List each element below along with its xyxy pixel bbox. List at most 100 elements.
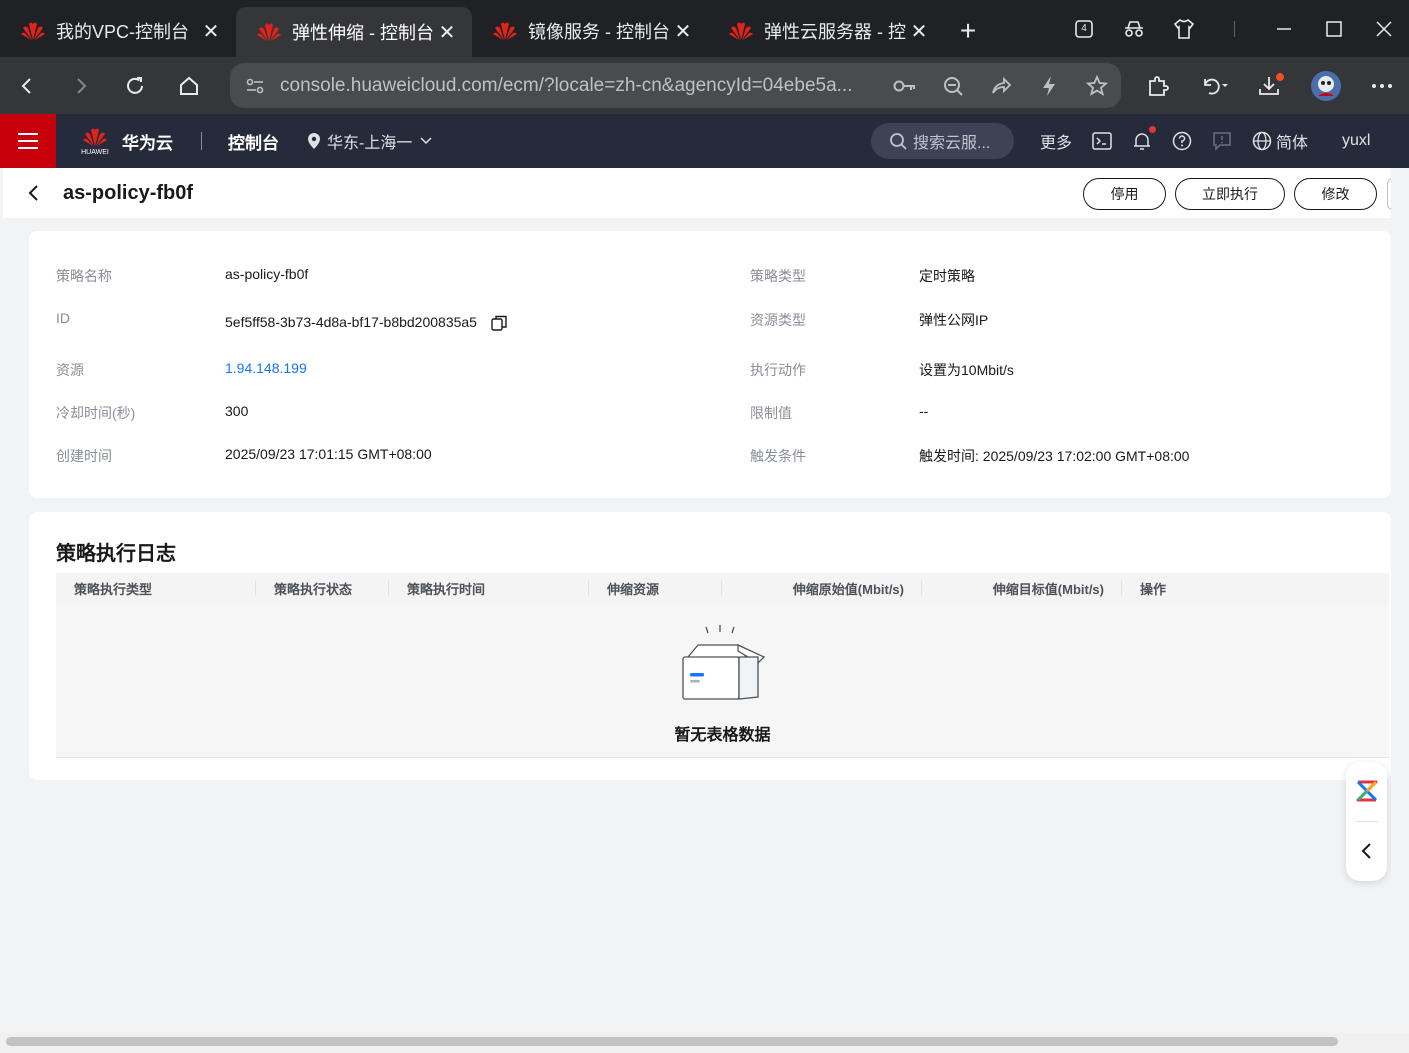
tab-title: 弹性云服务器 - 控 <box>764 22 906 42</box>
back-button[interactable] <box>0 57 54 114</box>
assistant-logo-icon[interactable] <box>1355 779 1379 803</box>
more-menu-icon[interactable] <box>1354 57 1409 114</box>
detail-label: 触发条件 <box>750 448 806 464</box>
detail-label: 限制值 <box>750 405 792 421</box>
column-header: 伸缩资源 <box>589 573 722 603</box>
vertical-scroll-track[interactable] <box>1391 168 1409 1033</box>
extensions-puzzle-icon[interactable] <box>1130 57 1186 114</box>
close-window-button[interactable] <box>1359 0 1409 57</box>
home-button[interactable] <box>162 57 216 114</box>
table-body: 暂无表格数据 <box>56 603 1389 758</box>
address-bar[interactable]: console.huaweicloud.com/ecm/?locale=zh-c… <box>230 63 1121 108</box>
huawei-logo-icon <box>21 22 45 40</box>
chevron-down-icon <box>420 137 432 145</box>
downloads-icon[interactable] <box>1242 57 1298 114</box>
console-title-link[interactable]: 控制台 <box>228 129 279 154</box>
browser-right-tools <box>1130 57 1409 114</box>
user-account[interactable]: yuxl <box>1318 114 1380 168</box>
incognito-icon[interactable] <box>1109 0 1159 57</box>
window-controls: 4 <box>1059 0 1409 57</box>
more-link[interactable]: 更多 <box>1030 114 1082 168</box>
language-selector[interactable]: 简体 <box>1242 114 1318 168</box>
browser-toolbar: console.huaweicloud.com/ecm/?locale=zh-c… <box>0 57 1409 114</box>
detail-value: 设置为10Mbit/s <box>919 362 1014 378</box>
tab-count-badge: 4 <box>1081 23 1087 34</box>
key-icon[interactable] <box>881 78 929 94</box>
close-tab-icon[interactable]: ✕ <box>200 19 222 44</box>
reload-button[interactable] <box>108 57 162 114</box>
empty-state-text: 暂无表格数据 <box>674 727 771 744</box>
tab-actions-button[interactable]: 4 <box>1059 0 1109 57</box>
detail-value: 300 <box>225 403 249 419</box>
feedback-icon[interactable] <box>1202 114 1242 168</box>
detail-label: 资源类型 <box>750 312 806 328</box>
language-label: 简体 <box>1276 135 1309 152</box>
service-menu-button[interactable] <box>0 114 56 168</box>
minimize-button[interactable] <box>1259 0 1309 57</box>
detail-value: 触发时间: 2025/09/23 17:02:00 GMT+08:00 <box>919 448 1190 464</box>
column-header: 策略执行状态 <box>256 573 389 603</box>
forward-button[interactable] <box>54 57 108 114</box>
browser-tab-vpc[interactable]: 我的VPC-控制台 ✕ <box>0 7 236 55</box>
modify-button[interactable]: 修改 <box>1294 178 1377 210</box>
bookmark-star-icon[interactable] <box>1073 74 1121 97</box>
share-icon[interactable] <box>977 75 1025 97</box>
page-header: as-policy-fb0f 停用 立即执行 修改 <box>3 168 1393 218</box>
back-arrow-icon[interactable] <box>27 184 57 202</box>
url-text[interactable]: console.huaweicloud.com/ecm/?locale=zh-c… <box>280 75 880 97</box>
policy-details-card: 策略名称 as-policy-fb0f ID 5ef5ff58-3b73-4d8… <box>29 231 1391 498</box>
new-tab-button[interactable]: + <box>944 7 992 55</box>
maximize-button[interactable] <box>1309 0 1359 57</box>
detail-label: 策略类型 <box>750 268 806 284</box>
divider <box>1355 821 1378 822</box>
execute-now-button[interactable]: 立即执行 <box>1175 178 1285 210</box>
search-icon <box>890 133 907 150</box>
site-settings-icon[interactable] <box>244 75 266 97</box>
globe-icon <box>1252 131 1272 151</box>
disable-button[interactable]: 停用 <box>1083 178 1166 210</box>
browser-tab-ims[interactable]: 镜像服务 - 控制台 ✕ <box>472 7 708 55</box>
detail-label: ID <box>56 310 70 326</box>
column-header: 伸缩原始值(Mbit/s) <box>722 573 922 603</box>
huawei-cloud-brand[interactable]: HUAWEI 华为云 <box>80 126 173 156</box>
brand-name: 华为云 <box>122 133 173 153</box>
separator <box>1209 0 1259 57</box>
browser-tab-ecs[interactable]: 弹性云服务器 - 控 ✕ <box>708 7 944 55</box>
arrow-right-icon <box>77 77 87 94</box>
copy-icon[interactable] <box>491 315 507 331</box>
huawei-logo-icon <box>257 23 281 41</box>
browser-tab-autoscaling[interactable]: 弹性伸缩 - 控制台 ✕ <box>236 7 472 57</box>
header-tools: 更多 简体 yuxl <box>1030 114 1380 168</box>
table-header: 策略执行类型 策略执行状态 策略执行时间 伸缩资源 伸缩原始值(Mbit/s) … <box>56 573 1389 603</box>
close-tab-icon[interactable]: ✕ <box>908 19 930 44</box>
chevron-left-icon[interactable] <box>1360 842 1372 860</box>
detail-value: 弹性公网IP <box>919 312 989 328</box>
detail-value: -- <box>919 403 929 419</box>
arrow-left-icon <box>21 77 31 94</box>
browser-tab-strip: 我的VPC-控制台 ✕ 弹性伸缩 - 控制台 ✕ 镜像服务 - 控制台 ✕ 弹性… <box>0 0 1409 57</box>
cloud-shell-icon[interactable] <box>1082 114 1122 168</box>
notification-bell-icon[interactable] <box>1122 114 1162 168</box>
horizontal-scrollbar[interactable] <box>0 1033 1409 1053</box>
download-badge <box>1274 71 1286 83</box>
page-actions: 停用 立即执行 修改 <box>1074 178 1393 210</box>
huawei-logo-icon <box>729 22 753 40</box>
help-icon[interactable] <box>1162 114 1202 168</box>
reload-icon <box>127 76 143 94</box>
lightning-icon[interactable] <box>1025 75 1073 97</box>
zoom-out-icon[interactable] <box>929 75 977 97</box>
extensions-shirt-icon[interactable] <box>1159 0 1209 57</box>
close-tab-icon[interactable]: ✕ <box>672 19 694 44</box>
region-selector[interactable]: 华东-上海一 <box>307 129 432 153</box>
profile-avatar[interactable] <box>1298 57 1354 114</box>
page-title: as-policy-fb0f <box>63 181 194 204</box>
close-tab-icon[interactable]: ✕ <box>436 20 458 45</box>
scrollbar-thumb[interactable] <box>6 1037 1338 1046</box>
huawei-logo-icon <box>493 22 517 40</box>
history-undo-icon[interactable] <box>1186 57 1242 114</box>
global-search-input[interactable]: 搜索云服... <box>871 123 1014 159</box>
logo-caption: HUAWEI <box>81 149 109 156</box>
resource-link[interactable]: 1.94.148.199 <box>225 360 307 376</box>
header-divider <box>201 132 202 150</box>
column-header: 操作 <box>1140 581 1167 597</box>
